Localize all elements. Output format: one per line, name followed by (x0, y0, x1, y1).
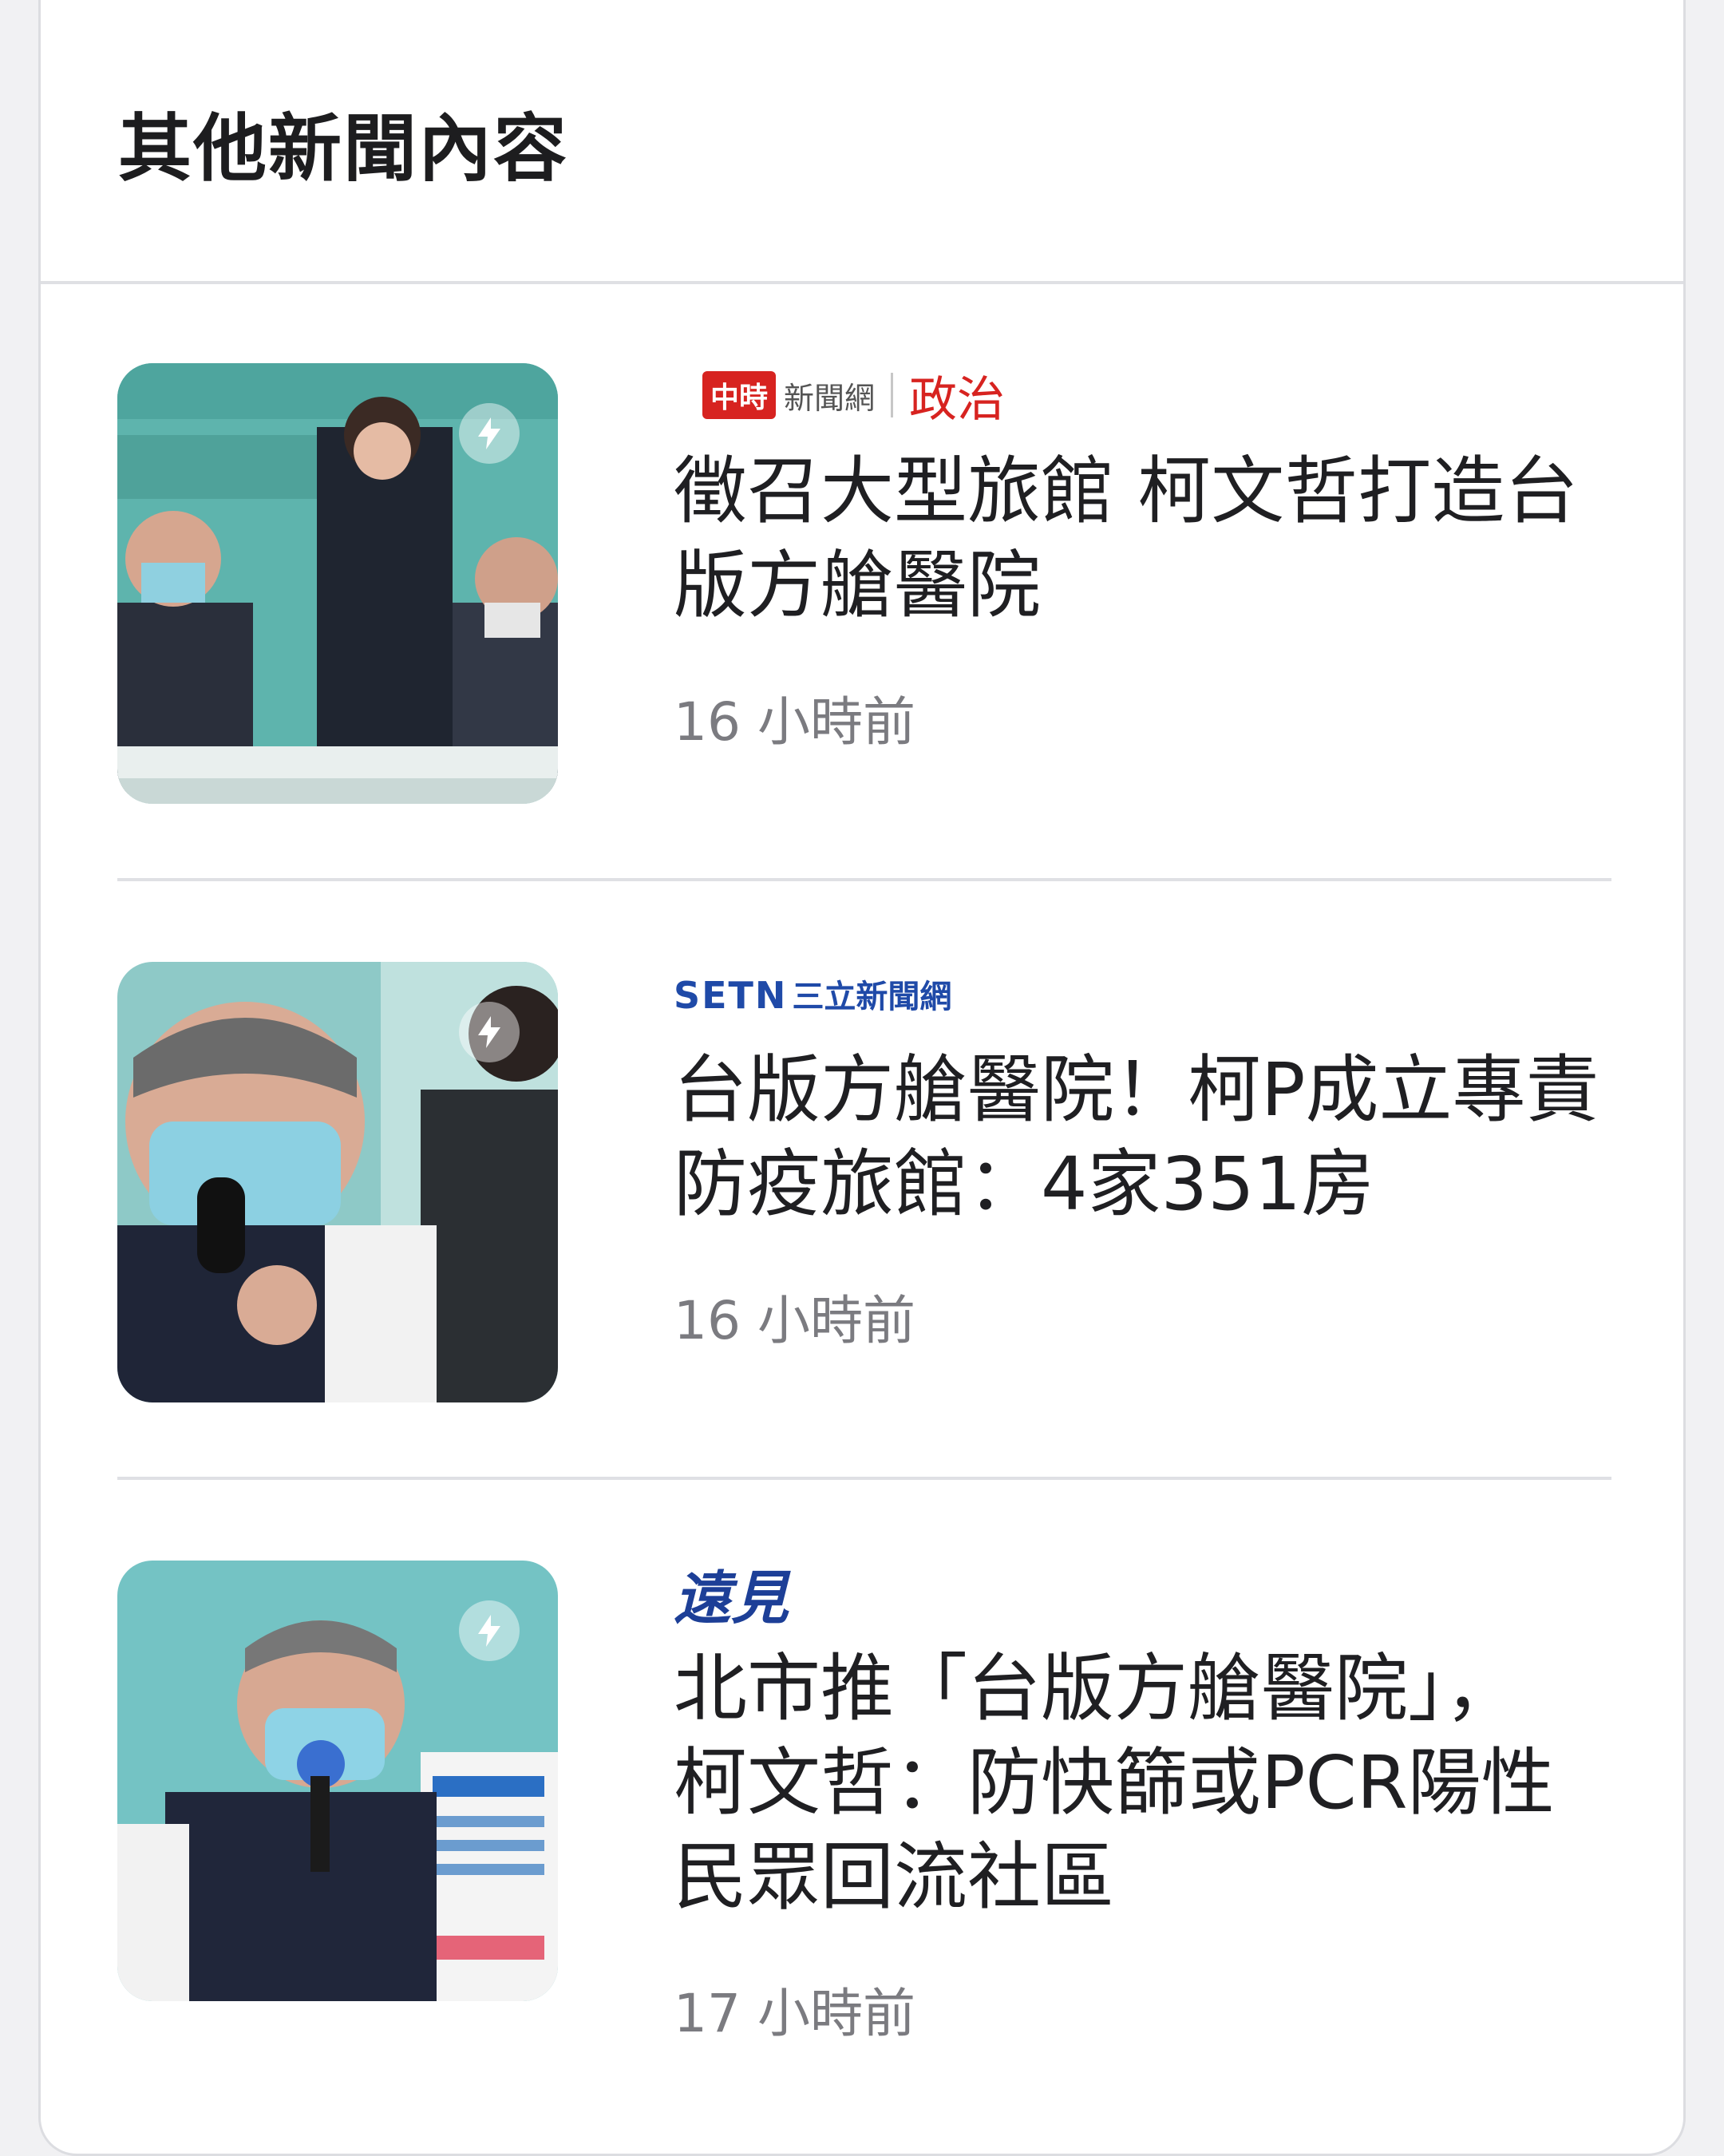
item-divider (117, 878, 1611, 881)
news-headline[interactable]: 徵召大型旅館 柯文哲打造台 版方艙醫院 (674, 445, 1611, 633)
source-divider (891, 373, 894, 417)
news-thumbnail[interactable] (117, 1561, 558, 2001)
source-name: 新聞網 (784, 380, 876, 416)
news-headline[interactable]: 台版方艙醫院！柯P成立專責 防疫旅館：4家351房 (674, 1043, 1611, 1232)
news-thumbnail[interactable] (117, 962, 558, 1402)
news-headline[interactable]: 北市推「台版方艙醫院」， 柯文哲：防快篩或PCR陽性 民眾回流社區 (674, 1642, 1611, 1925)
source-category: 政治 (909, 371, 1006, 428)
item-divider (117, 1477, 1611, 1480)
headline-line: 民眾回流社區 (674, 1834, 1115, 1920)
news-item[interactable]: 遠見 北市推「台版方艙醫院」， 柯文哲：防快篩或PCR陽性 民眾回流社區 17 … (117, 1561, 1611, 2119)
lightning-bolt-icon (459, 1002, 520, 1062)
setn-logo: SETN 三立新聞網 (674, 971, 951, 1017)
headline-line: 徵召大型旅館 柯文哲打造台 (674, 449, 1579, 534)
news-timestamp: 16 小時前 (674, 691, 915, 753)
headline-line: 北市推「台版方艙醫院」， (674, 1646, 1519, 1731)
lightning-bolt-icon (459, 1600, 520, 1661)
news-item[interactable]: 中時 新聞網 政治 徵召大型旅館 柯文哲打造台 版方艙醫院 16 小時前 (117, 363, 1611, 804)
lightning-bolt-icon (459, 403, 520, 464)
gvm-logo: 遠見 (674, 1563, 789, 1632)
source-name: 三立新聞網 (792, 979, 952, 1015)
headline-line: 防疫旅館：4家351房 (674, 1141, 1375, 1227)
chinatimes-logo: 中時 新聞網 政治 (702, 361, 1005, 430)
headline-line: 柯文哲：防快篩或PCR陽性 (674, 1740, 1555, 1826)
section-title: 其他新聞內容 (118, 106, 569, 192)
news-thumbnail[interactable] (117, 363, 558, 804)
headline-line: 台版方艙醫院！柯P成立專責 (674, 1047, 1599, 1133)
news-meta: 中時 新聞網 政治 徵召大型旅館 柯文哲打造台 版方艙醫院 16 小時前 (674, 363, 1611, 756)
news-timestamp: 16 小時前 (674, 1290, 915, 1351)
source-row: 中時 新聞網 政治 (674, 361, 1611, 430)
source-row: SETN 三立新聞網 (674, 962, 1611, 1026)
news-meta: SETN 三立新聞網 台版方艙醫院！柯P成立專責 防疫旅館：4家351房 16 … (674, 962, 1611, 1355)
news-timestamp: 17 小時前 (674, 1983, 915, 2044)
other-news-card: 其他新聞內容 中時 新聞網 政治 徵召大型旅館 柯文哲打造台 版方艙醫院 16 … (38, 0, 1686, 2156)
source-row: 遠見 (674, 1561, 1611, 1632)
headline-line: 版方艙醫院 (674, 543, 1042, 628)
source-logo-text: SETN (674, 974, 788, 1017)
section-header: 其他新聞內容 (41, 0, 1683, 284)
source-logo-badge: 中時 (702, 371, 777, 419)
news-meta: 遠見 北市推「台版方艙醫院」， 柯文哲：防快篩或PCR陽性 民眾回流社區 17 … (674, 1561, 1611, 2047)
news-item[interactable]: SETN 三立新聞網 台版方艙醫院！柯P成立專責 防疫旅館：4家351房 16 … (117, 962, 1611, 1402)
